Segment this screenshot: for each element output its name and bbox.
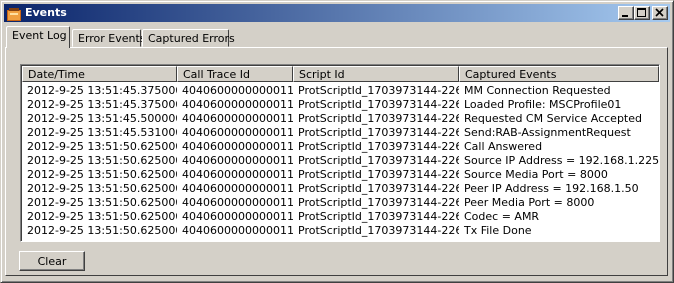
cell-datetime: 2012-9-25 13:51:50.625000 xyxy=(27,210,177,223)
cell-captured-event: Source Media Port = 8000 xyxy=(464,168,608,181)
cell-call-trace-id: 4040600000000011 xyxy=(182,84,293,97)
close-button[interactable] xyxy=(652,6,668,20)
events-window: Events Event Log Error Events Captured E… xyxy=(0,0,674,283)
cell-datetime: 2012-9-25 13:51:50.625000 xyxy=(27,168,177,181)
table-row[interactable]: 2012-9-25 13:51:45.375000 404060000000001… xyxy=(22,98,659,112)
cell-script-id: ProtScriptId_1703973144-2264 xyxy=(298,224,459,237)
cell-captured-event: Tx File Done xyxy=(464,224,532,237)
cell-captured-event: Peer IP Address = 192.168.1.50 xyxy=(464,182,639,195)
column-header-datetime[interactable]: Date/Time xyxy=(22,66,177,82)
tab-error-events[interactable]: Error Events xyxy=(72,29,146,47)
cell-call-trace-id: 4040600000000011 xyxy=(182,182,293,195)
cell-datetime: 2012-9-25 13:51:45.500000 xyxy=(27,112,177,125)
cell-call-trace-id: 4040600000000011 xyxy=(182,168,293,181)
cell-captured-event: MM Connection Requested xyxy=(464,84,611,97)
table-row[interactable]: 2012-9-25 13:51:50.625000 404060000000001… xyxy=(22,196,659,210)
cell-call-trace-id: 4040600000000011 xyxy=(182,98,293,111)
tab-panel: Date/Time Call Trace Id Script Id Captur… xyxy=(5,47,668,276)
minimize-icon xyxy=(622,15,628,17)
cell-captured-event: Codec = AMR xyxy=(464,210,540,223)
clear-button[interactable]: Clear xyxy=(19,251,85,271)
cell-datetime: 2012-9-25 13:51:45.375000 xyxy=(27,98,177,111)
maximize-button[interactable] xyxy=(634,6,650,20)
cell-captured-event: Send:RAB-AssignmentRequest xyxy=(464,126,631,139)
cell-script-id: ProtScriptId_1703973144-2264 xyxy=(298,182,459,195)
window-title: Events xyxy=(25,6,67,19)
cell-script-id: ProtScriptId_1703973144-2264 xyxy=(298,84,459,97)
tab-event-log[interactable]: Event Log xyxy=(6,26,70,48)
cell-call-trace-id: 4040600000000011 xyxy=(182,140,293,153)
column-header-script-id[interactable]: Script Id xyxy=(293,66,459,82)
cell-datetime: 2012-9-25 13:51:50.625000 xyxy=(27,140,177,153)
table-row[interactable]: 2012-9-25 13:51:45.531000 404060000000001… xyxy=(22,126,659,140)
table-row[interactable]: 2012-9-25 13:51:50.625000 404060000000001… xyxy=(22,182,659,196)
table-row[interactable]: 2012-9-25 13:51:50.625000 404060000000001… xyxy=(22,168,659,182)
cell-script-id: ProtScriptId_1703973144-2264 xyxy=(298,196,459,209)
cell-call-trace-id: 4040600000000011 xyxy=(182,224,293,237)
cell-call-trace-id: 4040600000000011 xyxy=(182,154,293,167)
cell-captured-event: Call Answered xyxy=(464,140,543,153)
close-icon xyxy=(655,8,664,17)
cell-script-id: ProtScriptId_1703973144-2264 xyxy=(298,168,459,181)
minimize-button[interactable] xyxy=(618,6,634,20)
cell-datetime: 2012-9-25 13:51:50.625000 xyxy=(27,182,177,195)
maximize-icon xyxy=(637,8,646,17)
cell-datetime: 2012-9-25 13:51:50.625000 xyxy=(27,196,177,209)
app-icon xyxy=(7,6,21,21)
event-list[interactable]: Date/Time Call Trace Id Script Id Captur… xyxy=(20,64,660,242)
column-header-captured-events[interactable]: Captured Events xyxy=(459,66,659,82)
cell-datetime: 2012-9-25 13:51:45.531000 xyxy=(27,126,177,139)
cell-datetime: 2012-9-25 13:51:50.625000 xyxy=(27,224,177,237)
cell-script-id: ProtScriptId_1703973144-2264 xyxy=(298,98,459,111)
cell-call-trace-id: 4040600000000011 xyxy=(182,196,293,209)
cell-datetime: 2012-9-25 13:51:45.375000 xyxy=(27,84,177,97)
cell-script-id: ProtScriptId_1703973144-2264 xyxy=(298,112,459,125)
cell-datetime: 2012-9-25 13:51:50.625000 xyxy=(27,154,177,167)
table-row[interactable]: 2012-9-25 13:51:45.500000 404060000000001… xyxy=(22,112,659,126)
list-header: Date/Time Call Trace Id Script Id Captur… xyxy=(22,66,659,82)
cell-captured-event: Loaded Profile: MSCProfile01 xyxy=(464,98,622,111)
cell-script-id: ProtScriptId_1703973144-2264 xyxy=(298,210,459,223)
list-rows: 2012-9-25 13:51:45.375000 404060000000001… xyxy=(22,84,659,238)
table-row[interactable]: 2012-9-25 13:51:50.625000 404060000000001… xyxy=(22,154,659,168)
cell-script-id: ProtScriptId_1703973144-2264 xyxy=(298,126,459,139)
cell-script-id: ProtScriptId_1703973144-2264 xyxy=(298,154,459,167)
column-header-call-trace-id[interactable]: Call Trace Id xyxy=(177,66,293,82)
table-row[interactable]: 2012-9-25 13:51:45.375000 404060000000001… xyxy=(22,84,659,98)
cell-call-trace-id: 4040600000000011 xyxy=(182,210,293,223)
title-bar[interactable]: Events xyxy=(4,4,670,22)
tab-captured-errors[interactable]: Captured Errors xyxy=(142,29,235,47)
table-row[interactable]: 2012-9-25 13:51:50.625000 404060000000001… xyxy=(22,210,659,224)
cell-captured-event: Requested CM Service Accepted xyxy=(464,112,642,125)
cell-call-trace-id: 4040600000000011 xyxy=(182,126,293,139)
cell-script-id: ProtScriptId_1703973144-2264 xyxy=(298,140,459,153)
table-row[interactable]: 2012-9-25 13:51:50.625000 404060000000001… xyxy=(22,140,659,154)
cell-call-trace-id: 4040600000000011 xyxy=(182,112,293,125)
cell-captured-event: Source IP Address = 192.168.1.225 xyxy=(464,154,659,167)
cell-captured-event: Peer Media Port = 8000 xyxy=(464,196,595,209)
table-row[interactable]: 2012-9-25 13:51:50.625000 404060000000001… xyxy=(22,224,659,238)
